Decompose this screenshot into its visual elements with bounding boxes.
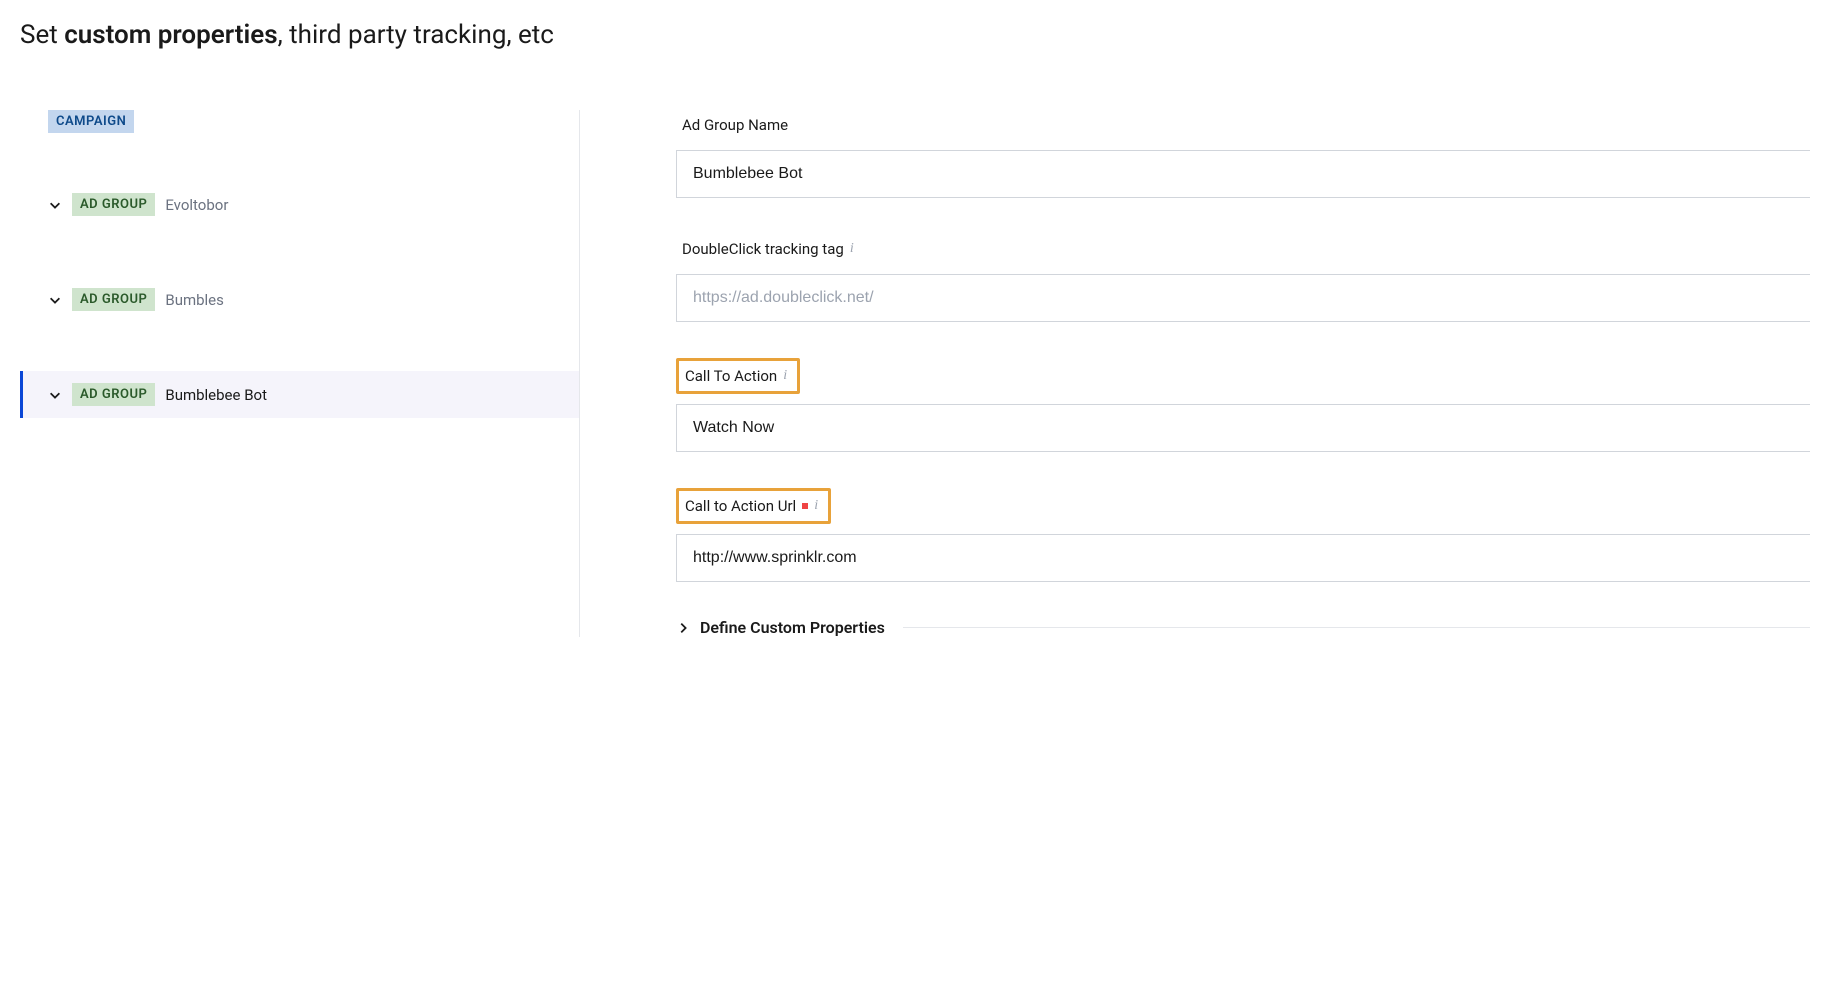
adgroup-badge: AD GROUP (72, 288, 155, 311)
campaign-badge[interactable]: CAMPAIGN (48, 110, 134, 133)
cta-url-input[interactable] (676, 534, 1810, 582)
call-to-action-select[interactable] (676, 404, 1810, 452)
chevron-right-icon (676, 621, 690, 635)
divider (903, 627, 1810, 628)
required-indicator (802, 503, 808, 509)
ad-group-name-input[interactable] (676, 150, 1810, 198)
info-icon[interactable]: i (850, 241, 854, 257)
field-call-to-action: Call To Action i (676, 358, 1810, 452)
adgroup-badge: AD GROUP (72, 383, 155, 406)
cta-url-label: Call to Action Url i (676, 488, 831, 524)
sidebar-item-label: Bumbles (165, 291, 224, 309)
main-form: Ad Group Name DoubleClick tracking tag i… (580, 110, 1810, 637)
page-title: Set custom properties, third party track… (20, 20, 1810, 50)
adgroup-badge: AD GROUP (72, 193, 155, 216)
call-to-action-value[interactable] (676, 404, 1810, 452)
sidebar: CAMPAIGN AD GROUP Evoltobor AD GROUP Bum… (20, 110, 580, 637)
tracking-tag-input[interactable] (676, 274, 1810, 322)
ad-group-name-label: Ad Group Name (676, 110, 798, 140)
title-bold: custom properties (64, 20, 277, 50)
title-prefix: Set (20, 20, 64, 50)
info-icon[interactable]: i (783, 368, 787, 384)
chevron-down-icon (48, 198, 62, 212)
field-tracking-tag: DoubleClick tracking tag i (676, 234, 1810, 322)
info-icon[interactable]: i (814, 498, 818, 514)
tracking-tag-label: DoubleClick tracking tag i (676, 234, 864, 264)
call-to-action-label: Call To Action i (676, 358, 800, 394)
field-ad-group-name: Ad Group Name (676, 110, 1810, 198)
chevron-down-icon (48, 388, 62, 402)
custom-properties-label: Define Custom Properties (700, 618, 885, 637)
sidebar-item-evoltobor[interactable]: AD GROUP Evoltobor (48, 181, 559, 228)
sidebar-item-bumbles[interactable]: AD GROUP Bumbles (48, 276, 559, 323)
field-cta-url: Call to Action Url i (676, 488, 1810, 582)
sidebar-item-bumblebee-bot[interactable]: AD GROUP Bumblebee Bot (20, 371, 579, 418)
chevron-down-icon (48, 293, 62, 307)
define-custom-properties-toggle[interactable]: Define Custom Properties (676, 618, 1810, 637)
sidebar-item-label: Evoltobor (165, 196, 228, 214)
sidebar-item-label: Bumblebee Bot (165, 386, 267, 404)
title-suffix: , third party tracking, etc (278, 20, 554, 50)
